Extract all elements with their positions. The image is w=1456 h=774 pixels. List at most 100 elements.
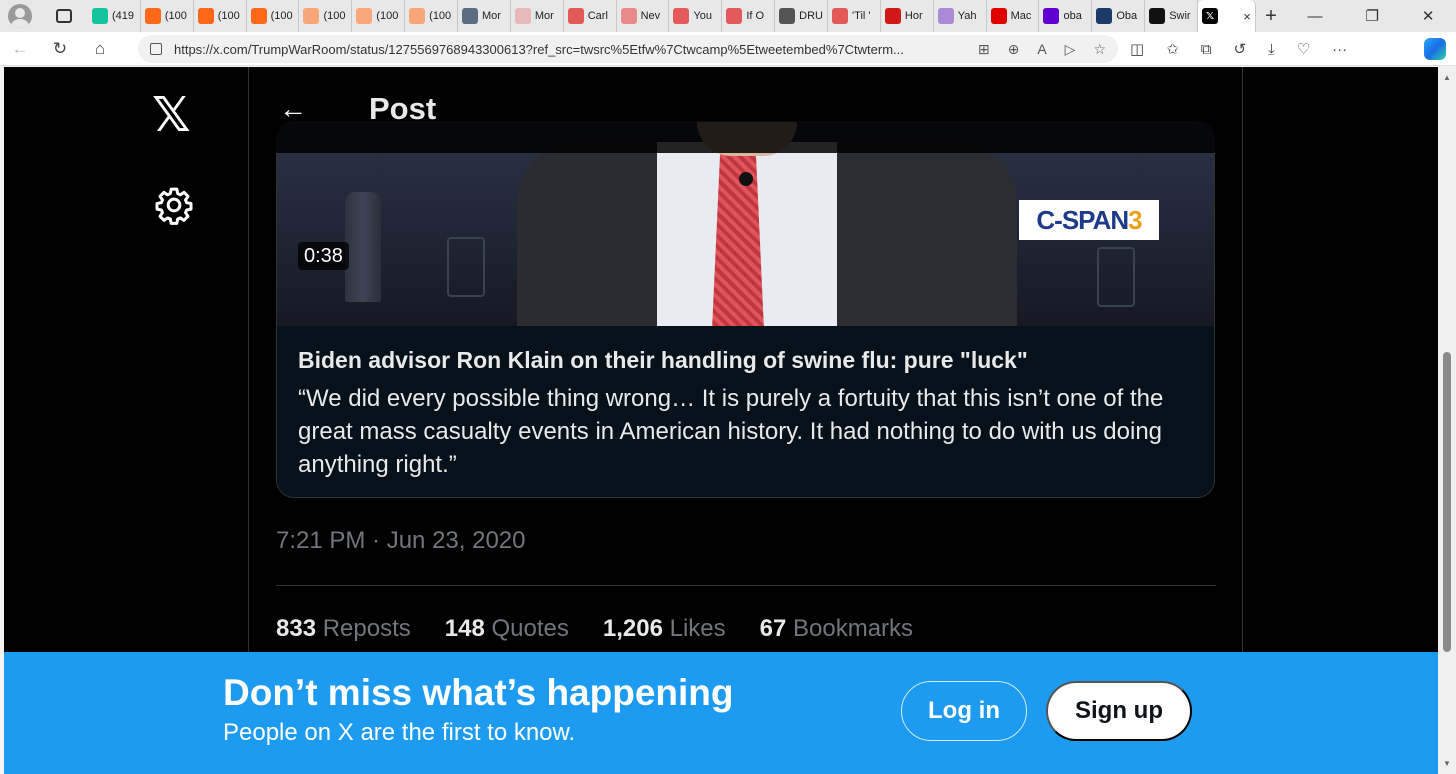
substack-icon <box>303 8 320 24</box>
grammarly-icon <box>92 8 108 24</box>
tab-label: Mac <box>1010 10 1032 22</box>
login-button[interactable]: Log in <box>901 681 1027 741</box>
browser-tab[interactable]: (100 <box>141 0 194 32</box>
likes-count: 1,206 <box>602 615 663 642</box>
cspan-text: C-SPAN <box>1036 204 1129 235</box>
browser-tab[interactable]: Oba <box>1092 0 1146 32</box>
glass <box>447 237 485 297</box>
substack-icon <box>144 8 161 24</box>
browser-tab[interactable]: Nev <box>617 0 670 32</box>
x-logo-icon[interactable]: 𝕏 <box>152 91 191 139</box>
page-scrollbar[interactable]: ▲ ▼ <box>1438 67 1456 774</box>
wordpress-icon <box>462 8 479 24</box>
copilot-icon[interactable] <box>1424 38 1446 60</box>
close-tab-icon[interactable]: × <box>1243 9 1251 24</box>
bookmarks-stat[interactable]: 67 Bookmarks <box>760 615 913 643</box>
toolbar-icon[interactable]: ⧉ <box>1201 41 1212 58</box>
page-viewport: 𝕏 ← Post C-SPAN 3 0:38 Biden advisor Ron… <box>4 67 1438 774</box>
close-window-button[interactable]: ✕ <box>1422 7 1435 25</box>
url-action-icon[interactable]: ☆ <box>1093 41 1106 58</box>
browser-tab[interactable]: Carl <box>564 0 617 32</box>
profile-icon[interactable] <box>8 4 32 28</box>
tab-label: (100 <box>429 10 452 22</box>
settings-gear-icon[interactable] <box>154 185 194 225</box>
browser-tab[interactable]: You <box>669 0 723 32</box>
browser-tab[interactable]: (100 <box>405 0 459 32</box>
reload-button[interactable]: ↻ <box>40 39 80 59</box>
cspan-watermark: C-SPAN 3 <box>1019 200 1159 240</box>
toolbar-icon[interactable]: ··· <box>1332 41 1347 58</box>
lock-icon[interactable] <box>150 43 162 55</box>
browser-tab[interactable]: Hor <box>881 0 934 32</box>
quotes-stat[interactable]: 148 Quotes <box>445 615 569 643</box>
tab-label: If O <box>746 10 765 22</box>
browser-tab[interactable]: (100 <box>247 0 300 32</box>
likes-stat[interactable]: 1,206 Likes <box>603 615 726 643</box>
link-card[interactable]: C-SPAN 3 0:38 Biden advisor Ron Klain on … <box>276 121 1215 498</box>
reposts-stat[interactable]: 833 Reposts <box>276 615 411 643</box>
tab-label: (100 <box>217 10 240 22</box>
yahoo-icon <box>1043 8 1060 24</box>
signup-button[interactable]: Sign up <box>1046 681 1192 741</box>
post-timestamp[interactable]: 7:21 PM · Jun 23, 2020 <box>276 527 526 555</box>
address-bar-row: ← ↻ ⌂ https://x.com/TrumpWarRoom/status/… <box>0 32 1456 66</box>
banner-title: Don’t miss what’s happening <box>223 672 734 713</box>
back-arrow-icon[interactable]: ← <box>279 93 307 125</box>
cspan-number: 3 <box>1128 204 1143 235</box>
new-tab-button[interactable]: + <box>1256 5 1286 28</box>
tab-label: Swir <box>1169 10 1191 22</box>
url-bar-actions: ⊞ ⊕ A ▷ ☆ <box>978 41 1106 58</box>
back-button[interactable]: ← <box>0 39 40 59</box>
scroll-up-arrow-icon[interactable]: ▲ <box>1443 73 1451 82</box>
url-text[interactable]: https://x.com/TrumpWarRoom/status/127556… <box>174 42 968 57</box>
restore-button[interactable]: ❐ <box>1365 7 1378 25</box>
toolbar-icon[interactable]: ↺ <box>1233 40 1246 58</box>
post-header: ← Post <box>249 67 1242 153</box>
tab-label: Oba <box>1116 10 1138 22</box>
youtube-icon <box>832 8 849 24</box>
toolbar-icon[interactable]: ✩ <box>1166 40 1179 58</box>
url-bar[interactable]: https://x.com/TrumpWarRoom/status/127556… <box>138 35 1118 63</box>
substack-icon <box>356 8 373 24</box>
browser-tab[interactable]: Mac <box>987 0 1040 32</box>
toolbar-icon[interactable]: ◫ <box>1130 40 1144 58</box>
url-action-icon[interactable]: ⊞ <box>978 41 990 58</box>
browser-tab[interactable]: (100 <box>352 0 406 32</box>
tab-label: Mor <box>534 10 554 22</box>
tab-label: Yah <box>957 10 977 22</box>
scroll-thumb[interactable] <box>1443 352 1451 652</box>
home-button[interactable]: ⌂ <box>80 39 120 59</box>
browser-tab[interactable]: (100 <box>299 0 353 32</box>
url-action-icon[interactable]: A <box>1037 41 1046 58</box>
browser-tab[interactable]: If O <box>722 0 776 32</box>
toolbar-icon[interactable]: ⤓ <box>1268 41 1275 58</box>
browser-tab-active[interactable]: 𝕏 × <box>1198 0 1256 32</box>
url-action-icon[interactable]: ⊕ <box>1008 41 1020 58</box>
tab-label: (100 <box>270 10 293 22</box>
quotes-count: 148 <box>444 615 485 642</box>
toolbar-icon[interactable]: ♡ <box>1297 40 1310 58</box>
youtube-icon <box>673 8 690 24</box>
browser-tab[interactable]: Yah <box>934 0 987 32</box>
tab-label: oba <box>1063 10 1082 22</box>
browser-tab[interactable]: DRU <box>775 0 829 32</box>
tab-label: DRU <box>799 10 824 22</box>
tab-strip: (419 (100 (100 (100 (100 (100 (100 Mor Mor Carl Ne… <box>88 0 1256 32</box>
browser-tab[interactable]: Mor <box>458 0 511 32</box>
bookmarks-label: Bookmarks <box>793 615 914 642</box>
openai-icon <box>1149 8 1166 24</box>
browser-tab[interactable]: (419 <box>88 0 141 32</box>
reposts-count: 833 <box>276 615 317 642</box>
tab-label: Nev <box>640 10 661 22</box>
minimize-button[interactable]: — <box>1307 8 1322 25</box>
browser-tab[interactable]: (100 <box>194 0 247 32</box>
browser-tab[interactable]: oba <box>1039 0 1093 32</box>
water-bottle <box>345 192 381 302</box>
browser-tab[interactable]: Swir <box>1145 0 1199 32</box>
browser-tab[interactable]: Mor <box>511 0 564 32</box>
browser-tab[interactable]: 'Til ' <box>828 0 881 32</box>
tab-actions-icon[interactable] <box>56 9 72 23</box>
drudge-icon <box>779 8 796 24</box>
scroll-down-arrow-icon[interactable]: ▼ <box>1443 759 1451 768</box>
url-action-icon[interactable]: ▷ <box>1065 41 1076 58</box>
